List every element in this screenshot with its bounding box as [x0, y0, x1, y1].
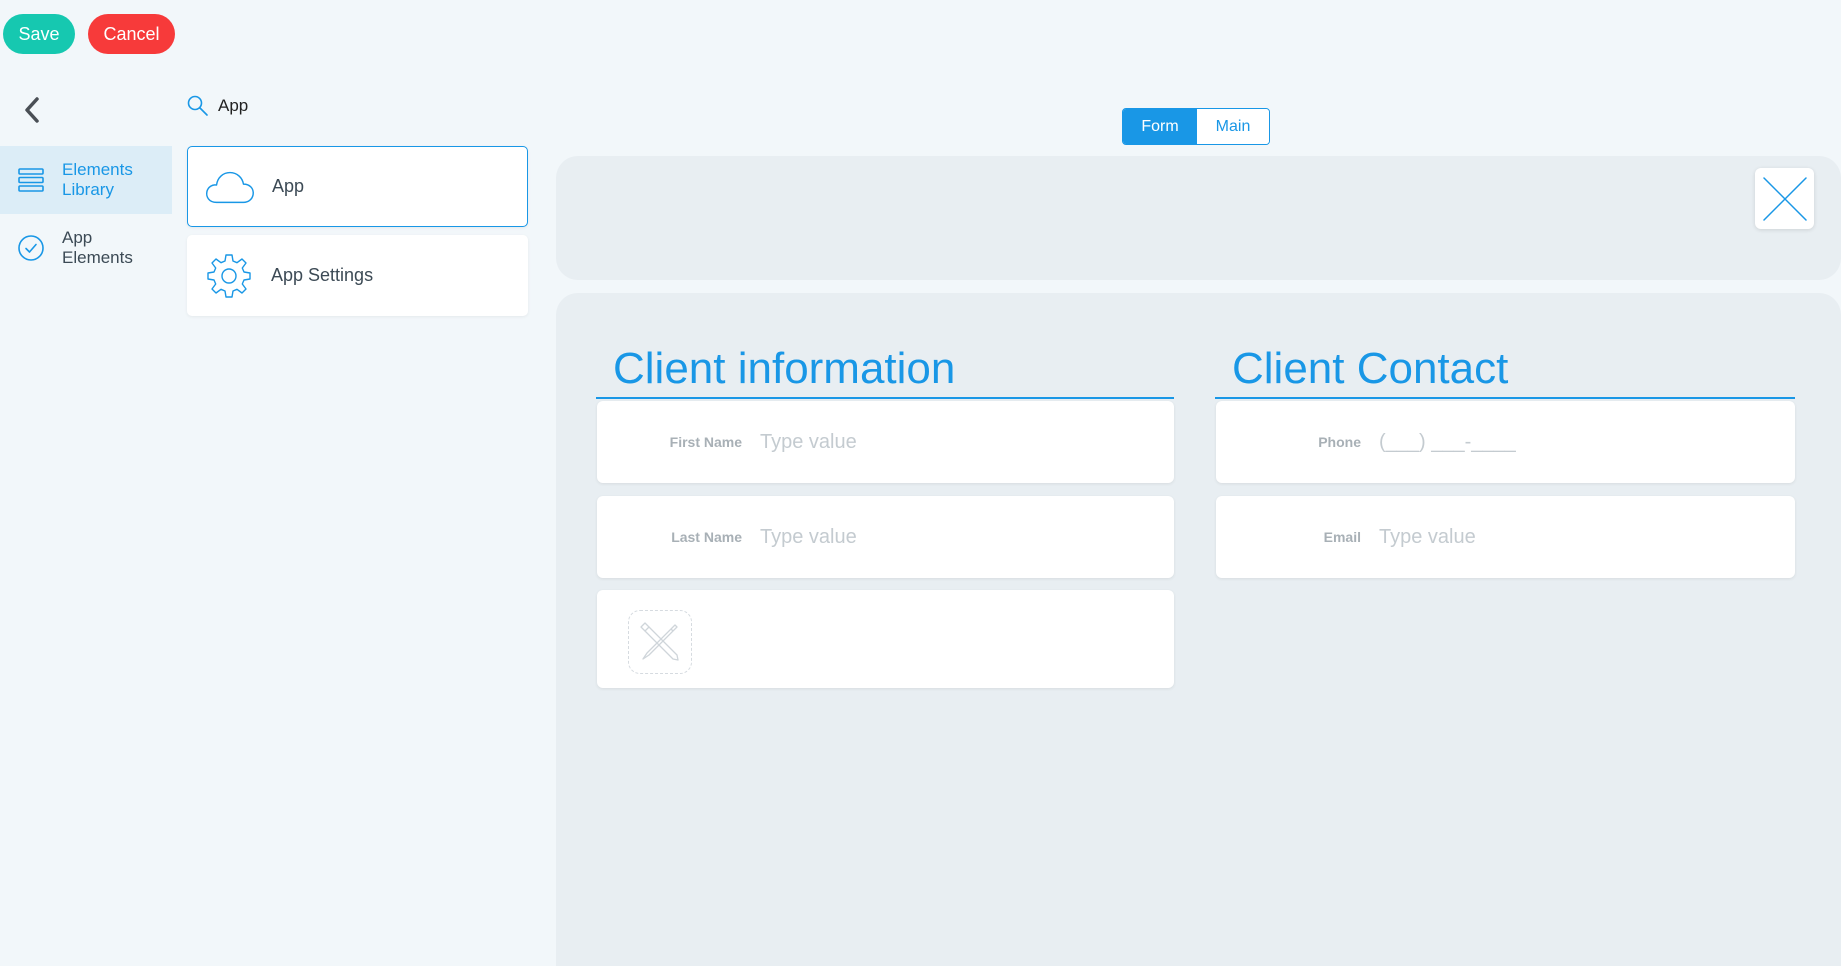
library-item-label: App: [272, 176, 305, 196]
layers-icon: [16, 165, 46, 195]
email-field[interactable]: Email Type value: [1216, 496, 1795, 578]
close-button[interactable]: [1755, 168, 1814, 229]
section-divider: [596, 397, 1174, 399]
image-placeholder-icon[interactable]: [628, 610, 692, 674]
library-item-app[interactable]: App: [187, 146, 528, 227]
chevron-left-icon: [25, 97, 39, 123]
library-search[interactable]: App: [186, 94, 248, 118]
save-button[interactable]: Save: [3, 14, 75, 54]
library-item-label: App Settings: [271, 265, 374, 285]
gear-icon: [203, 252, 255, 300]
header-panel: [556, 156, 1841, 280]
first-name-field[interactable]: First Name Type value: [597, 401, 1174, 483]
tab-form[interactable]: Form: [1123, 109, 1197, 144]
check-circle-icon: [16, 233, 46, 263]
phone-input[interactable]: (___) ___-____: [1379, 431, 1516, 454]
cancel-button[interactable]: Cancel: [88, 14, 175, 54]
search-input[interactable]: App: [218, 96, 248, 116]
back-button[interactable]: [22, 92, 50, 128]
email-input[interactable]: Type value: [1379, 526, 1476, 549]
cloud-icon: [204, 163, 256, 211]
section-title-client-contact: Client Contact: [1232, 344, 1509, 393]
field-label: Phone: [1318, 434, 1361, 450]
first-name-input[interactable]: Type value: [760, 431, 857, 454]
field-label: Email: [1323, 529, 1361, 545]
last-name-input[interactable]: Type value: [760, 526, 857, 549]
section-title-client-information: Client information: [613, 344, 956, 393]
sidebar-item-elements-library[interactable]: Elements Library: [0, 146, 172, 214]
field-label: First Name: [669, 434, 742, 450]
last-name-field[interactable]: Last Name Type value: [597, 496, 1174, 578]
sidebar-item-app-elements[interactable]: App Elements: [0, 214, 172, 282]
sidebar-item-label: App Elements: [62, 228, 133, 267]
field-label: Last Name: [671, 529, 742, 545]
search-icon: [186, 94, 210, 118]
close-icon: [1762, 176, 1807, 221]
sidebar-item-label: Elements Library: [62, 160, 133, 199]
library-item-app-settings[interactable]: App Settings: [187, 235, 528, 316]
sidebar-nav: Elements Library App Elements: [0, 146, 172, 282]
phone-field[interactable]: Phone (___) ___-____: [1216, 401, 1795, 483]
section-divider: [1215, 397, 1795, 399]
tab-main[interactable]: Main: [1197, 109, 1269, 144]
view-toggle: Form Main: [1122, 108, 1270, 145]
